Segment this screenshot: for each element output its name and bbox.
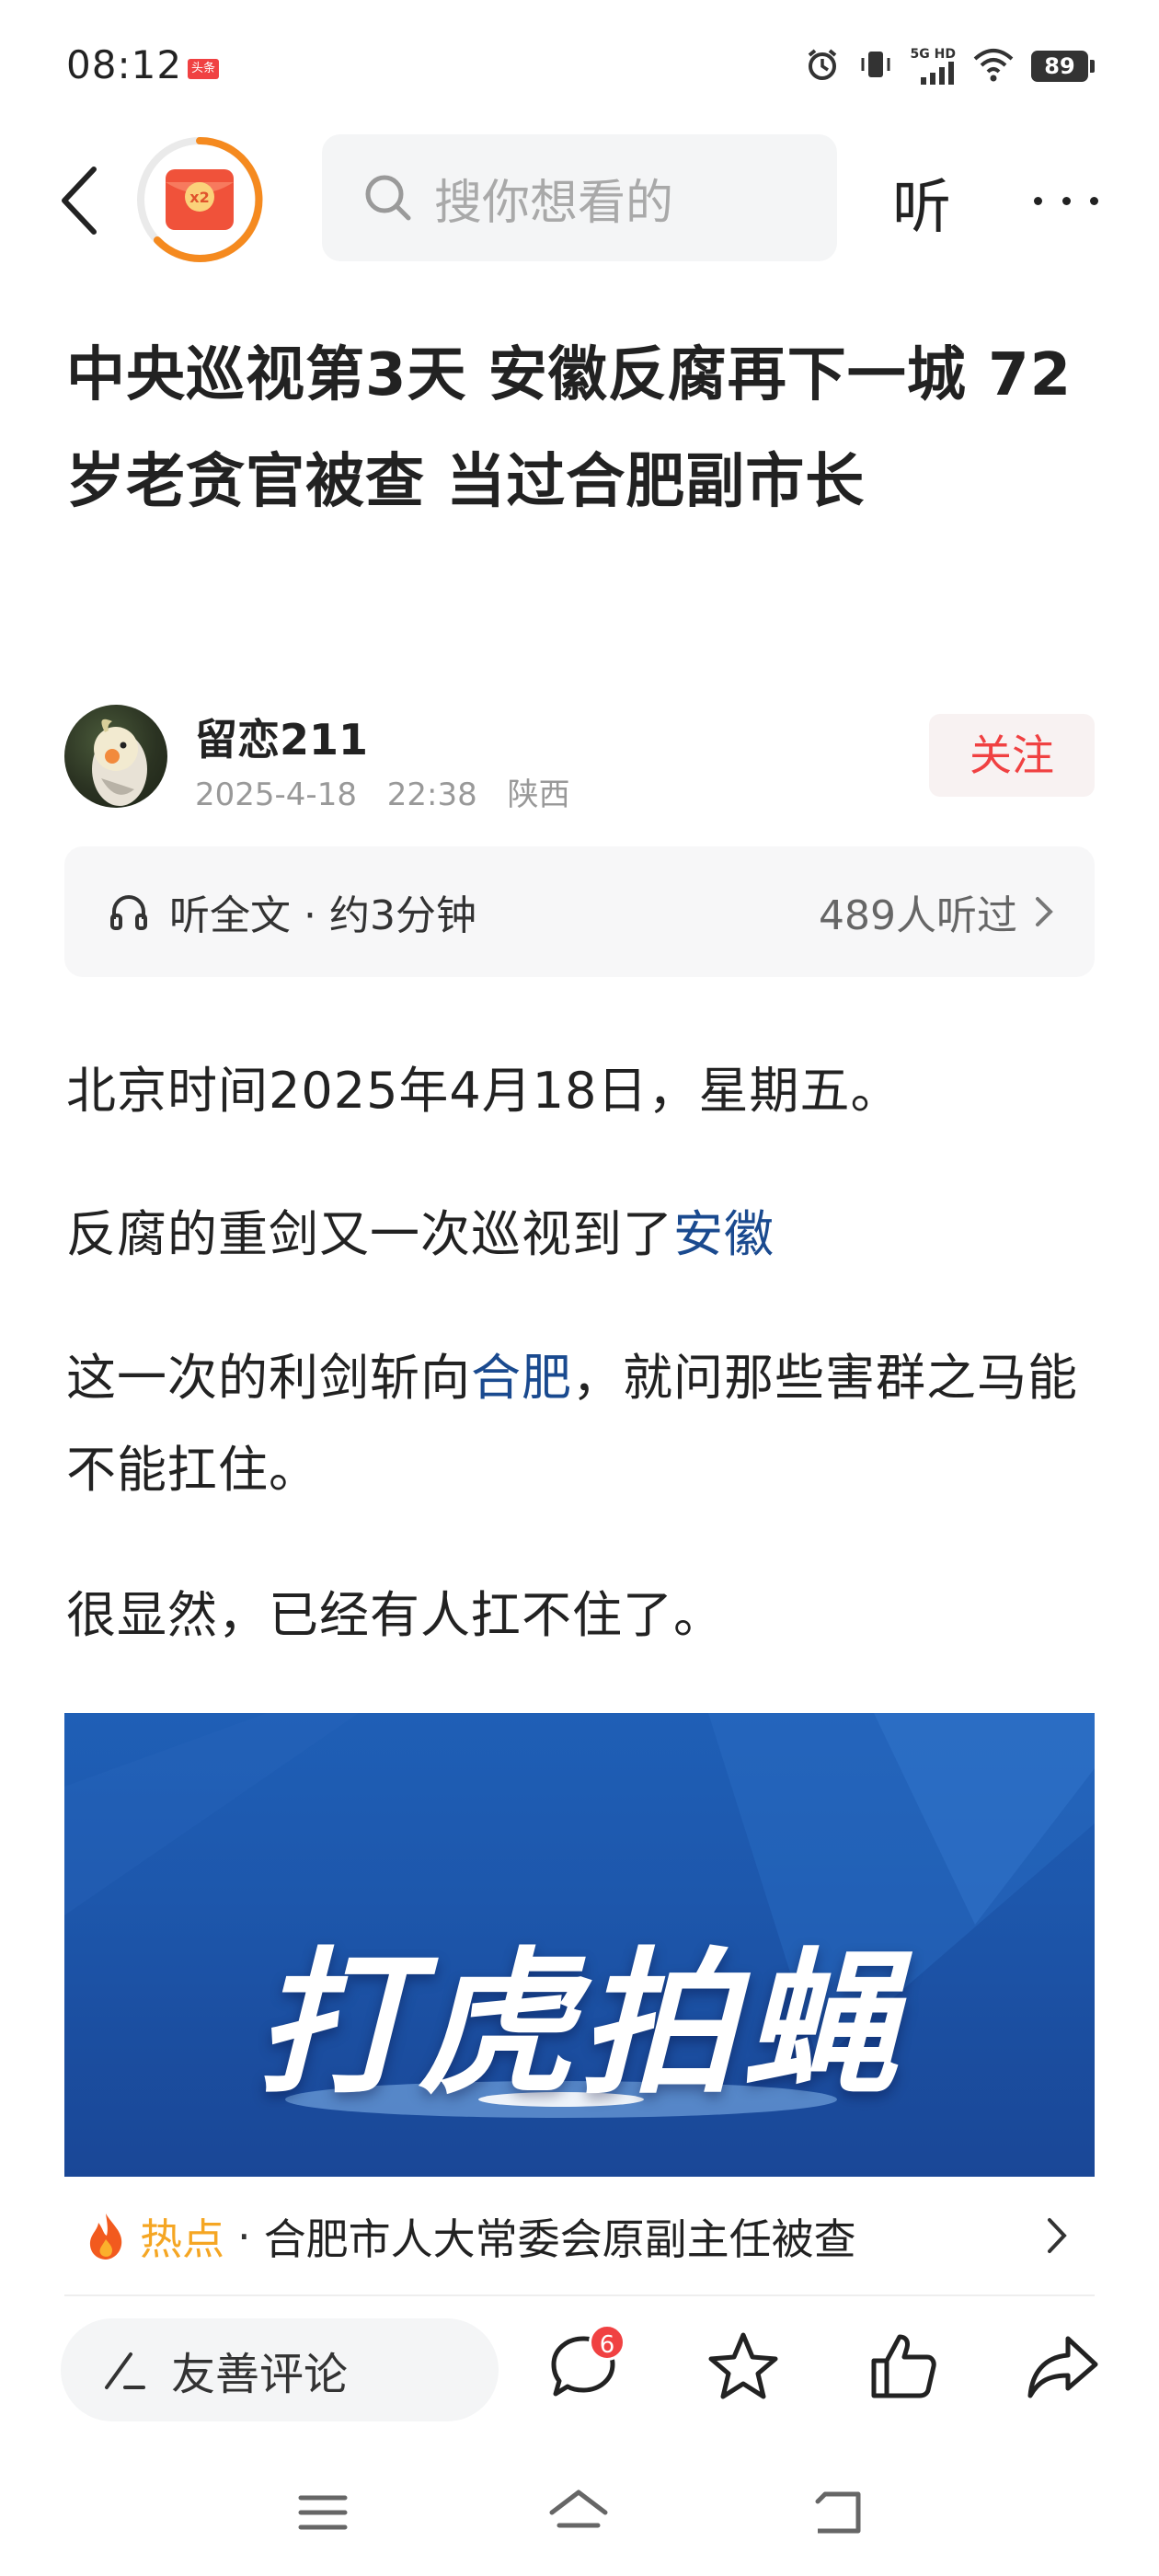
status-time: 08:12: [66, 42, 183, 87]
author-meta: 2025-4-18 22:38 陕西: [195, 769, 591, 814]
top-nav: x2 搜你想看的 听: [0, 129, 1159, 267]
status-icons: 5G HD 89: [804, 46, 1095, 86]
action-bar: 友善评论 6: [0, 2296, 1159, 2434]
like-button[interactable]: [865, 2328, 942, 2405]
chevron-left-icon: [62, 167, 97, 235]
more-dot: [1061, 196, 1071, 205]
back-nav-button[interactable]: [806, 2480, 870, 2545]
listen-left: 听全文 · 约3分钟: [107, 846, 476, 977]
article-image[interactable]: 打虎拍蝇: [64, 1713, 1095, 2177]
fire-icon: [89, 2214, 122, 2260]
hot-separator: ·: [237, 2212, 251, 2261]
follow-button[interactable]: 关注: [929, 714, 1095, 797]
listen-button[interactable]: 听: [892, 160, 951, 245]
author-row: 留恋211 2025-4-18 22:38 陕西 关注: [64, 705, 1095, 813]
search-icon: [365, 175, 411, 221]
paragraph-text: 这一次的利剑斩向: [66, 1349, 471, 1407]
more-button[interactable]: [1034, 182, 1098, 219]
paragraph-1: 北京时间2025年4月18日，星期五。: [66, 1062, 901, 1120]
system-nav-bar: [0, 2447, 1159, 2576]
hot-topic-content: 热点 · 合肥市人大常委会原副主任被查: [85, 2177, 856, 2296]
share-button[interactable]: [1025, 2328, 1102, 2405]
comment-placeholder: 友善评论: [171, 2349, 349, 2400]
share-arrow-icon: [1027, 2336, 1098, 2398]
link-hefei[interactable]: 合肥: [471, 1349, 572, 1407]
article-title: 中央巡视第3天 安徽反腐再下一城 72岁老贪官被查 当过合肥副市长: [66, 341, 1073, 516]
back-button[interactable]: [52, 164, 107, 237]
chevron-right-icon: [1048, 2218, 1067, 2253]
paragraph-text: 反腐的重剑又一次巡视到了: [66, 1205, 673, 1263]
battery-icon: 89: [1031, 51, 1095, 82]
red-packet-icon: x2: [137, 136, 263, 262]
status-bar: 08:12 头条 5G HD 89: [0, 0, 1159, 129]
hot-text: 合肥市人大常委会原副主任被查: [263, 2214, 856, 2264]
search-placeholder: 搜你想看的: [434, 175, 674, 231]
listen-count: 489人听过: [819, 892, 1017, 939]
signal-icon: 5G HD: [911, 48, 956, 85]
home-icon: [549, 2490, 608, 2528]
publish-time: 22:38: [386, 776, 477, 813]
vibrate-icon: [857, 46, 894, 86]
network-label: 5G HD: [910, 47, 956, 62]
hot-label: 热点: [140, 2214, 224, 2264]
hot-topic-bar[interactable]: 热点 · 合肥市人大常委会原副主任被查: [64, 2177, 1095, 2296]
red-packet-button[interactable]: x2: [134, 134, 265, 265]
comment-button[interactable]: 6: [545, 2324, 625, 2405]
comment-input[interactable]: 友善评论: [61, 2318, 499, 2421]
paragraph-3: 这一次的利剑斩向合肥，就问那些害群之马能不能扛住。: [66, 1332, 1096, 1516]
pen-icon: [105, 2352, 145, 2389]
red-packet-label: x2: [189, 189, 209, 206]
paragraph-4: 很显然，已经有人扛不住了。: [66, 1586, 724, 1644]
bird-avatar-icon: [92, 719, 147, 806]
menu-button[interactable]: [291, 2480, 355, 2545]
search-box[interactable]: 搜你想看的: [322, 134, 837, 261]
more-dot: [1034, 196, 1042, 205]
avatar[interactable]: [64, 705, 167, 808]
image-headline-text: 打虎拍蝇: [255, 1934, 903, 2116]
chevron-right-icon: [1036, 897, 1053, 926]
author-location: 陕西: [507, 776, 570, 813]
comment-count-badge: 6: [589, 2324, 625, 2361]
more-dot: [1090, 196, 1098, 205]
listen-label: 听全文 · 约3分钟: [169, 892, 476, 939]
wifi-icon: [972, 46, 1015, 86]
listen-right: 489人听过: [819, 846, 1054, 977]
alarm-icon: [804, 46, 841, 86]
listen-full-text-bar[interactable]: 听全文 · 约3分钟 489人听过: [64, 846, 1095, 977]
star-icon: [708, 2332, 778, 2399]
app-badge: 头条: [188, 59, 219, 79]
headphones-icon: [110, 895, 147, 930]
return-icon: [815, 2491, 861, 2534]
thumbs-up-icon: [871, 2334, 936, 2398]
paragraph-2: 反腐的重剑又一次巡视到了安徽: [66, 1189, 1096, 1281]
link-anhui[interactable]: 安徽: [673, 1205, 775, 1263]
home-button[interactable]: [546, 2480, 611, 2545]
favorite-button[interactable]: [705, 2328, 782, 2405]
author-name[interactable]: 留恋211: [195, 707, 368, 767]
publish-date: 2025-4-18: [195, 776, 357, 813]
menu-icon: [298, 2495, 348, 2530]
battery-level: 89: [1031, 51, 1088, 82]
